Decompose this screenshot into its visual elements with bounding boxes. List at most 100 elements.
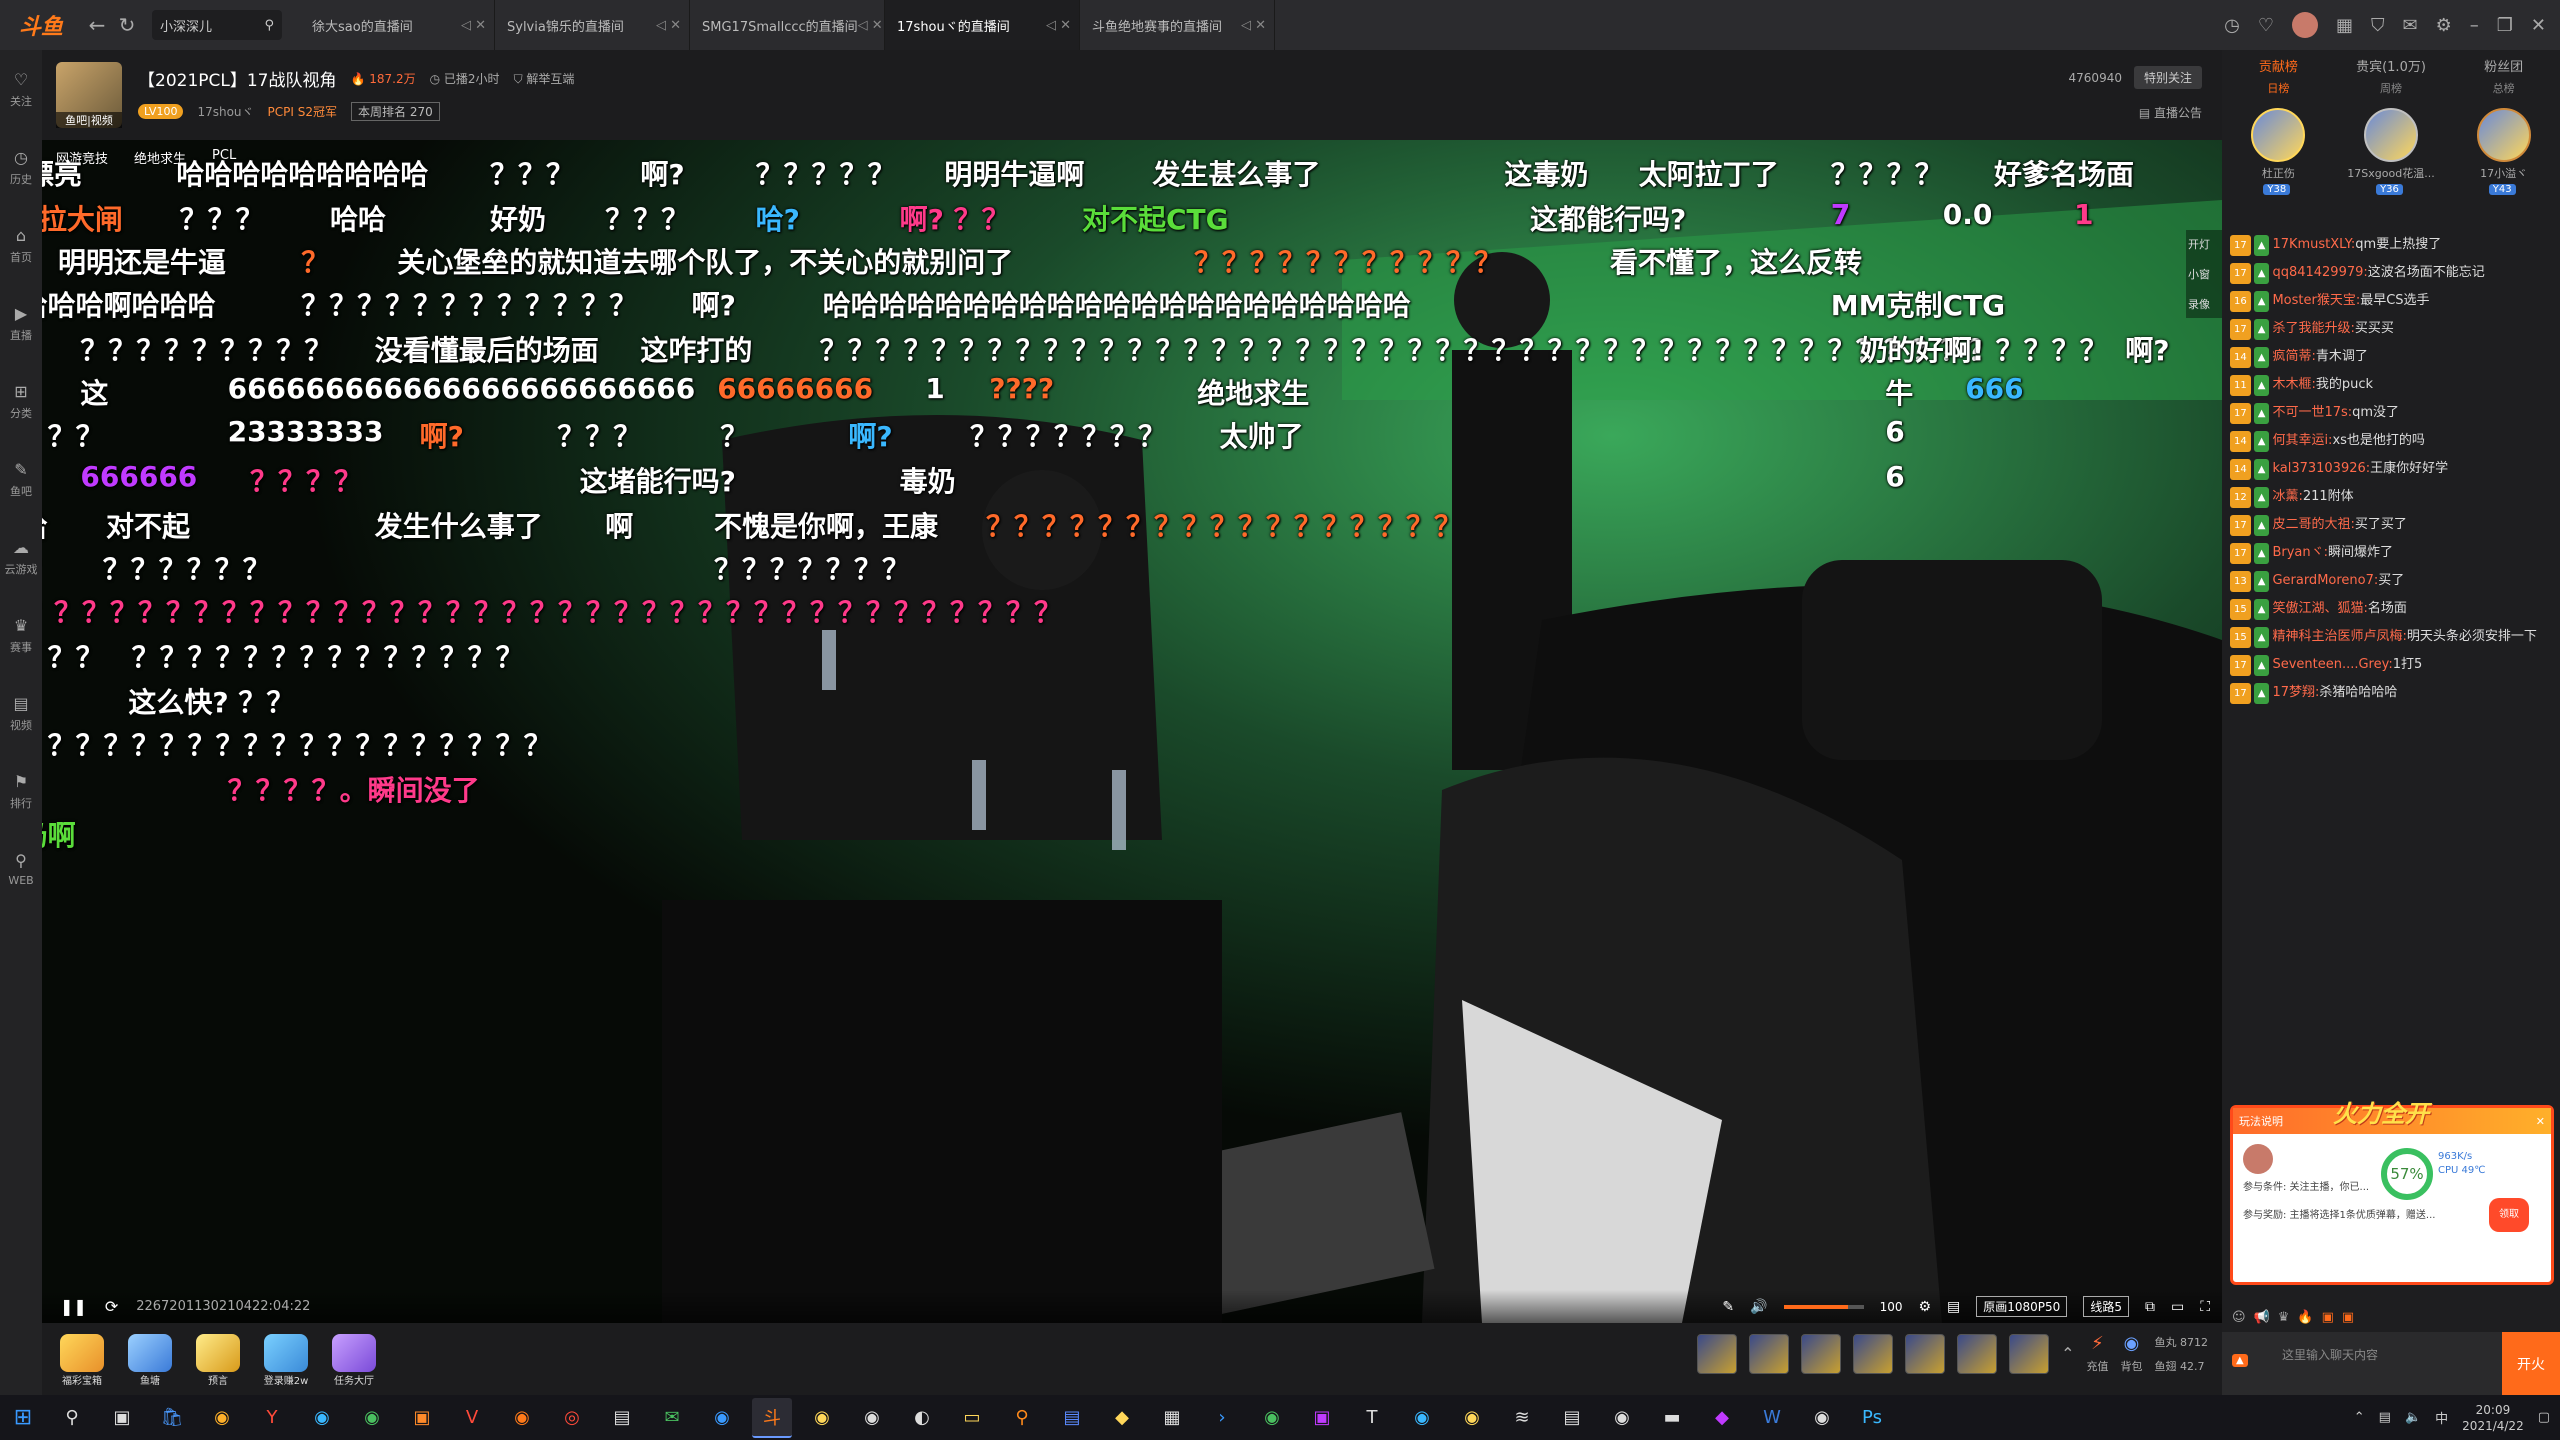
follow-button[interactable]: 特别关注 xyxy=(2133,66,2202,89)
chat-username[interactable]: 木木榧: xyxy=(2272,377,2315,392)
leftnav-item[interactable]: ▶ 直播 xyxy=(0,284,42,362)
input-lang[interactable]: 中 xyxy=(2435,1408,2448,1427)
ps-icon[interactable]: Ps xyxy=(1852,1398,1892,1438)
quality-select[interactable]: 原画1080P50 xyxy=(1976,1296,2068,1317)
chat-username[interactable]: 17梦翔: xyxy=(2272,685,2319,700)
chat-username[interactable]: 17KmustXLY: xyxy=(2272,237,2355,252)
minimize-icon[interactable]: – xyxy=(2470,15,2479,36)
network-icon[interactable]: ▤ xyxy=(2379,1410,2391,1425)
leftnav-item[interactable]: ☁ 云游戏 xyxy=(0,518,42,596)
chat-username[interactable]: 何其幸运i: xyxy=(2272,433,2332,448)
chat-username[interactable]: Seventeen....Grey: xyxy=(2272,657,2392,672)
browser-tab[interactable]: 斗鱼绝地赛事的直播间 ◁ ✕ xyxy=(1080,0,1275,50)
emoji-icon[interactable]: ☺ xyxy=(2232,1310,2246,1325)
anchor-name[interactable]: 17shouヾ xyxy=(197,103,253,120)
heart-icon[interactable]: ♡ xyxy=(2258,15,2274,36)
clock[interactable]: 20:09 2021/4/22 xyxy=(2462,1402,2524,1434)
pcpi-badge[interactable]: PCPI S2冠军 xyxy=(268,103,337,120)
backpack-button[interactable]: ◉ 背包 xyxy=(2121,1333,2143,1374)
app8-icon[interactable]: ▤ xyxy=(1052,1398,1092,1438)
refresh-icon[interactable]: ⟳ xyxy=(105,1297,118,1316)
chat-username[interactable]: 冰薰: xyxy=(2272,489,2302,504)
leftnav-item[interactable]: ▤ 视频 xyxy=(0,674,42,752)
chat-message[interactable]: 12 ▲ 冰薰:211附体 xyxy=(2230,486,2552,508)
douyu-logo[interactable]: 斗鱼 xyxy=(0,0,82,50)
rank-tab[interactable]: 粉丝团 xyxy=(2447,56,2560,75)
app17-icon[interactable]: ▤ xyxy=(1552,1398,1592,1438)
browser-tab[interactable]: SMG17Smallccc的直播间 ◁ ✕ xyxy=(690,0,885,50)
chat-message[interactable]: 14 ▲ 何其幸运i:xs也是他打的吗 xyxy=(2230,430,2552,452)
chat-message[interactable]: 11 ▲ 木木榧:我的puck xyxy=(2230,374,2552,396)
app2-icon[interactable]: ◎ xyxy=(552,1398,592,1438)
popup-close-icon[interactable]: ✕ xyxy=(2536,1115,2545,1128)
top-contributor[interactable]: 17小溢ヾ Y43 xyxy=(2447,108,2560,222)
rank-subtab[interactable]: 日榜 xyxy=(2222,80,2335,102)
close-icon[interactable]: ✕ xyxy=(2531,15,2546,36)
volume-icon[interactable]: 🔊 xyxy=(1750,1299,1767,1315)
app4-icon[interactable]: ◉ xyxy=(802,1398,842,1438)
app16-icon[interactable]: ≋ xyxy=(1502,1398,1542,1438)
crown-icon[interactable]: ♛ xyxy=(2278,1310,2290,1325)
fire-icon[interactable]: 🔥 xyxy=(2297,1310,2313,1325)
chat-message[interactable]: 17 ▲ Bryanヾ:瞬间爆炸了 xyxy=(2230,542,2552,564)
chrome2-icon[interactable]: ◉ xyxy=(352,1398,392,1438)
chat-message[interactable]: 17 ▲ 不可一世17s:qm没了 xyxy=(2230,402,2552,424)
settings-icon[interactable]: ⚙ xyxy=(2436,15,2452,36)
fullscreen-icon[interactable]: ⛶ xyxy=(2200,1299,2210,1315)
fire-button[interactable]: 开火 xyxy=(2502,1332,2560,1395)
app11-icon[interactable]: ◉ xyxy=(1252,1398,1292,1438)
chat-username[interactable]: 笑傲江湖、狐猫: xyxy=(2272,601,2367,616)
chat-message[interactable]: 17 ▲ 皮二哥的大祖:买了买了 xyxy=(2230,514,2552,536)
notification-icon[interactable]: ▢ xyxy=(2538,1410,2550,1425)
gift-item[interactable] xyxy=(1957,1333,1998,1374)
speaker-icon[interactable]: 📢 xyxy=(2254,1310,2270,1325)
douyu-icon[interactable]: 斗 xyxy=(752,1397,792,1438)
rank-subtab[interactable]: 总榜 xyxy=(2447,80,2560,102)
gift-item[interactable] xyxy=(1853,1333,1894,1374)
app3-icon[interactable]: ▤ xyxy=(602,1398,642,1438)
chat-message[interactable]: 14 ▲ 疯简蒂:青木调了 xyxy=(2230,346,2552,368)
chat-input[interactable]: ▲ 这里输入聊天内容 xyxy=(2222,1332,2502,1395)
refresh-icon[interactable]: ↻ xyxy=(112,13,142,37)
pip-icon[interactable]: ⧉ xyxy=(2145,1299,2155,1315)
chat-username[interactable]: 精神科主治医师卢凤梅: xyxy=(2272,629,2406,644)
edge-icon[interactable]: ◉ xyxy=(702,1398,742,1438)
chat-username[interactable]: 皮二哥的大祖: xyxy=(2272,517,2354,532)
app6-icon[interactable]: ◐ xyxy=(902,1398,942,1438)
browser-icon[interactable]: ◉ xyxy=(302,1398,342,1438)
terminal-icon[interactable]: › xyxy=(1202,1398,1242,1438)
chat-message[interactable]: 17 ▲ 17梦翔:杀猪哈哈哈哈 xyxy=(2230,682,2552,704)
settings-icon[interactable]: ⚙ xyxy=(1918,1299,1931,1315)
rank-subtab[interactable]: 周榜 xyxy=(2335,80,2448,102)
notice-link[interactable]: ▤ 直播公告 xyxy=(2139,104,2202,121)
browser-tab[interactable]: 徐大sao的直播间 ◁ ✕ xyxy=(300,0,495,50)
app20-icon[interactable]: ◆ xyxy=(1702,1398,1742,1438)
anchor-avatar[interactable]: 鱼吧|视频 xyxy=(56,62,122,128)
leftnav-item[interactable]: ◷ 历史 xyxy=(0,128,42,206)
video-player[interactable]: 网游竞技绝地求生PCL 开灯小窗录像 漂亮哈哈哈哈哈哈哈哈哈？？？啊?？？？？？… xyxy=(42,140,2222,1323)
app15-icon[interactable]: ◉ xyxy=(1452,1398,1492,1438)
chat-username[interactable]: 疯简蒂: xyxy=(2272,349,2315,364)
chat-username[interactable]: GerardMoreno7: xyxy=(2272,573,2378,588)
chat-message[interactable]: 15 ▲ 精神科主治医师卢凤梅:明天头条必须安排一下 xyxy=(2230,626,2552,648)
gift-item[interactable] xyxy=(1801,1333,1842,1374)
tab-mute-close-icon[interactable]: ◁ ✕ xyxy=(1046,18,1071,33)
activity-item[interactable]: 登录赚2w xyxy=(258,1329,314,1387)
chevron-up-icon[interactable]: ⌃ xyxy=(2061,1344,2074,1363)
app13-icon[interactable]: T xyxy=(1352,1398,1392,1438)
gift-item[interactable] xyxy=(1905,1333,1946,1374)
tab-mute-close-icon[interactable]: ◁ ✕ xyxy=(1241,18,1266,33)
search-icon[interactable]: ⚲ xyxy=(52,1398,92,1438)
chat-username[interactable]: kal373103926: xyxy=(2272,461,2370,476)
leftnav-item[interactable]: ⊞ 分类 xyxy=(0,362,42,440)
store-icon[interactable]: 🛍 xyxy=(152,1398,192,1438)
app7-icon[interactable]: ⚲ xyxy=(1002,1398,1042,1438)
user-avatar-icon[interactable] xyxy=(2292,12,2319,38)
theater-icon[interactable]: ▭ xyxy=(2171,1299,2184,1315)
app12-icon[interactable]: ▣ xyxy=(1302,1398,1342,1438)
pause-icon[interactable]: ❚❚ xyxy=(60,1297,87,1316)
rank-tab[interactable]: 贡献榜 xyxy=(2222,56,2335,75)
gift-icon[interactable]: ▣ xyxy=(2322,1310,2334,1325)
app-icon[interactable]: ▣ xyxy=(402,1398,442,1438)
search-input[interactable]: 小深深儿 ⚲ xyxy=(152,10,282,40)
